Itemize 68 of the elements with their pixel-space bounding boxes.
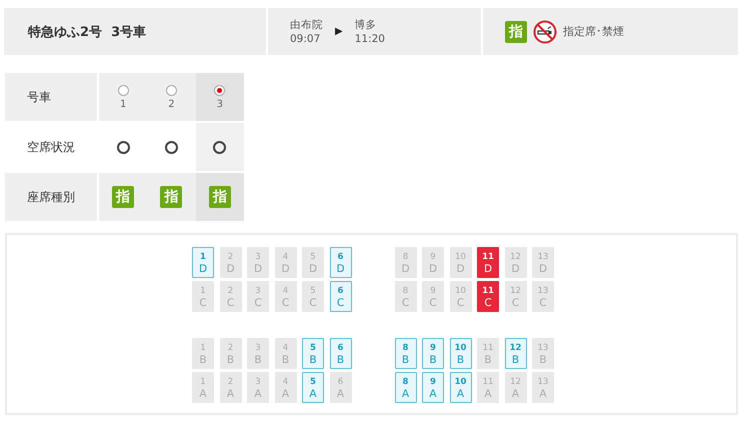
seat-button[interactable]: 5 B (302, 338, 324, 369)
train-title: 特急ゆふ2号 3号車 (28, 24, 146, 40)
seat-button[interactable]: 12 C (504, 281, 526, 312)
car-number: 3 (216, 98, 223, 110)
seat-button[interactable]: 4 D (274, 247, 296, 278)
seat-info: 指定席･禁煙 (563, 24, 624, 39)
departure-station: 由布院 (290, 18, 323, 32)
seat-button[interactable]: 6 A (330, 372, 352, 403)
seat-button[interactable]: 9 C (422, 281, 444, 312)
seat-button[interactable]: 9 B (422, 338, 444, 369)
car-radio[interactable] (214, 84, 226, 96)
seat-button[interactable]: 8 B (394, 338, 416, 369)
arrival-time: 11:20 (354, 32, 385, 46)
seat-button[interactable]: 5 C (302, 281, 324, 312)
seat-button[interactable]: 4 A (274, 372, 296, 403)
seat-button[interactable]: 6 C (330, 281, 352, 312)
seat-button[interactable]: 3 C (247, 281, 269, 312)
seat-button[interactable]: 12 D (504, 247, 526, 278)
seat-button[interactable]: 8 D (394, 247, 416, 278)
seat-button[interactable]: 6 B (330, 338, 352, 369)
seat-button[interactable]: 9 D (422, 247, 444, 278)
car-number: 2 (168, 98, 175, 110)
arrow-icon: ▶ (335, 26, 343, 37)
seat-button[interactable]: 2 C (220, 281, 242, 312)
reserved-seat-badge: 指 (505, 20, 527, 42)
departure-time: 09:07 (290, 32, 322, 46)
seat-button[interactable]: 2 B (220, 338, 242, 369)
seat-button[interactable]: 9 A (422, 372, 444, 403)
seat-button[interactable]: 13 D (532, 247, 554, 278)
seat-button[interactable]: 6 D (330, 247, 352, 278)
seat-button[interactable]: 4 C (274, 281, 296, 312)
seat-button[interactable]: 2 A (220, 372, 242, 403)
row-label: 号車 (27, 88, 51, 106)
seat-button[interactable]: 3 A (247, 372, 269, 403)
seat-button[interactable]: 5 D (302, 247, 324, 278)
seat-type-badge: 指 (112, 186, 134, 208)
seat-type-badge: 指 (160, 186, 182, 208)
seat-button[interactable]: 8 C (394, 281, 416, 312)
seat-button[interactable]: 3 D (247, 247, 269, 278)
seat-button[interactable]: 10 D (450, 247, 472, 278)
seat-button[interactable]: 5 A (302, 372, 324, 403)
seat-button[interactable]: 13 B (532, 338, 554, 369)
seat-button[interactable]: 10 B (450, 338, 472, 369)
seat-button[interactable]: 11 B (477, 338, 499, 369)
seat-button[interactable]: 11 A (477, 372, 499, 403)
seat-button[interactable]: 12 A (504, 372, 526, 403)
seat-button[interactable]: 11 D (477, 247, 499, 278)
arrival-station: 博多 (354, 18, 378, 32)
seat-button[interactable]: 3 B (247, 338, 269, 369)
seat-button[interactable]: 8 A (394, 372, 416, 403)
seat-button[interactable]: 13 A (532, 372, 554, 403)
car-number: 1 (120, 98, 126, 110)
seat-button[interactable]: 10 A (450, 372, 472, 403)
seat-button[interactable]: 2 D (220, 247, 242, 278)
row-label: 座席種別 (27, 188, 75, 206)
car-radio[interactable] (166, 84, 177, 96)
seat-button[interactable]: 1 B (192, 338, 214, 369)
row-label: 空席状況 (27, 138, 75, 156)
seat-button[interactable]: 12 B (504, 338, 526, 369)
seat-button[interactable]: 1 A (192, 372, 214, 403)
seat-button[interactable]: 1 D (192, 247, 214, 278)
seat-button[interactable]: 13 C (532, 281, 554, 312)
seat-button[interactable]: 1 C (192, 281, 214, 312)
seat-button[interactable]: 10 C (450, 281, 472, 312)
seat-type-badge: 指 (208, 186, 231, 208)
car-radio[interactable] (118, 84, 129, 96)
seat-button[interactable]: 4 B (274, 338, 296, 369)
seat-button[interactable]: 11 C (477, 281, 499, 312)
